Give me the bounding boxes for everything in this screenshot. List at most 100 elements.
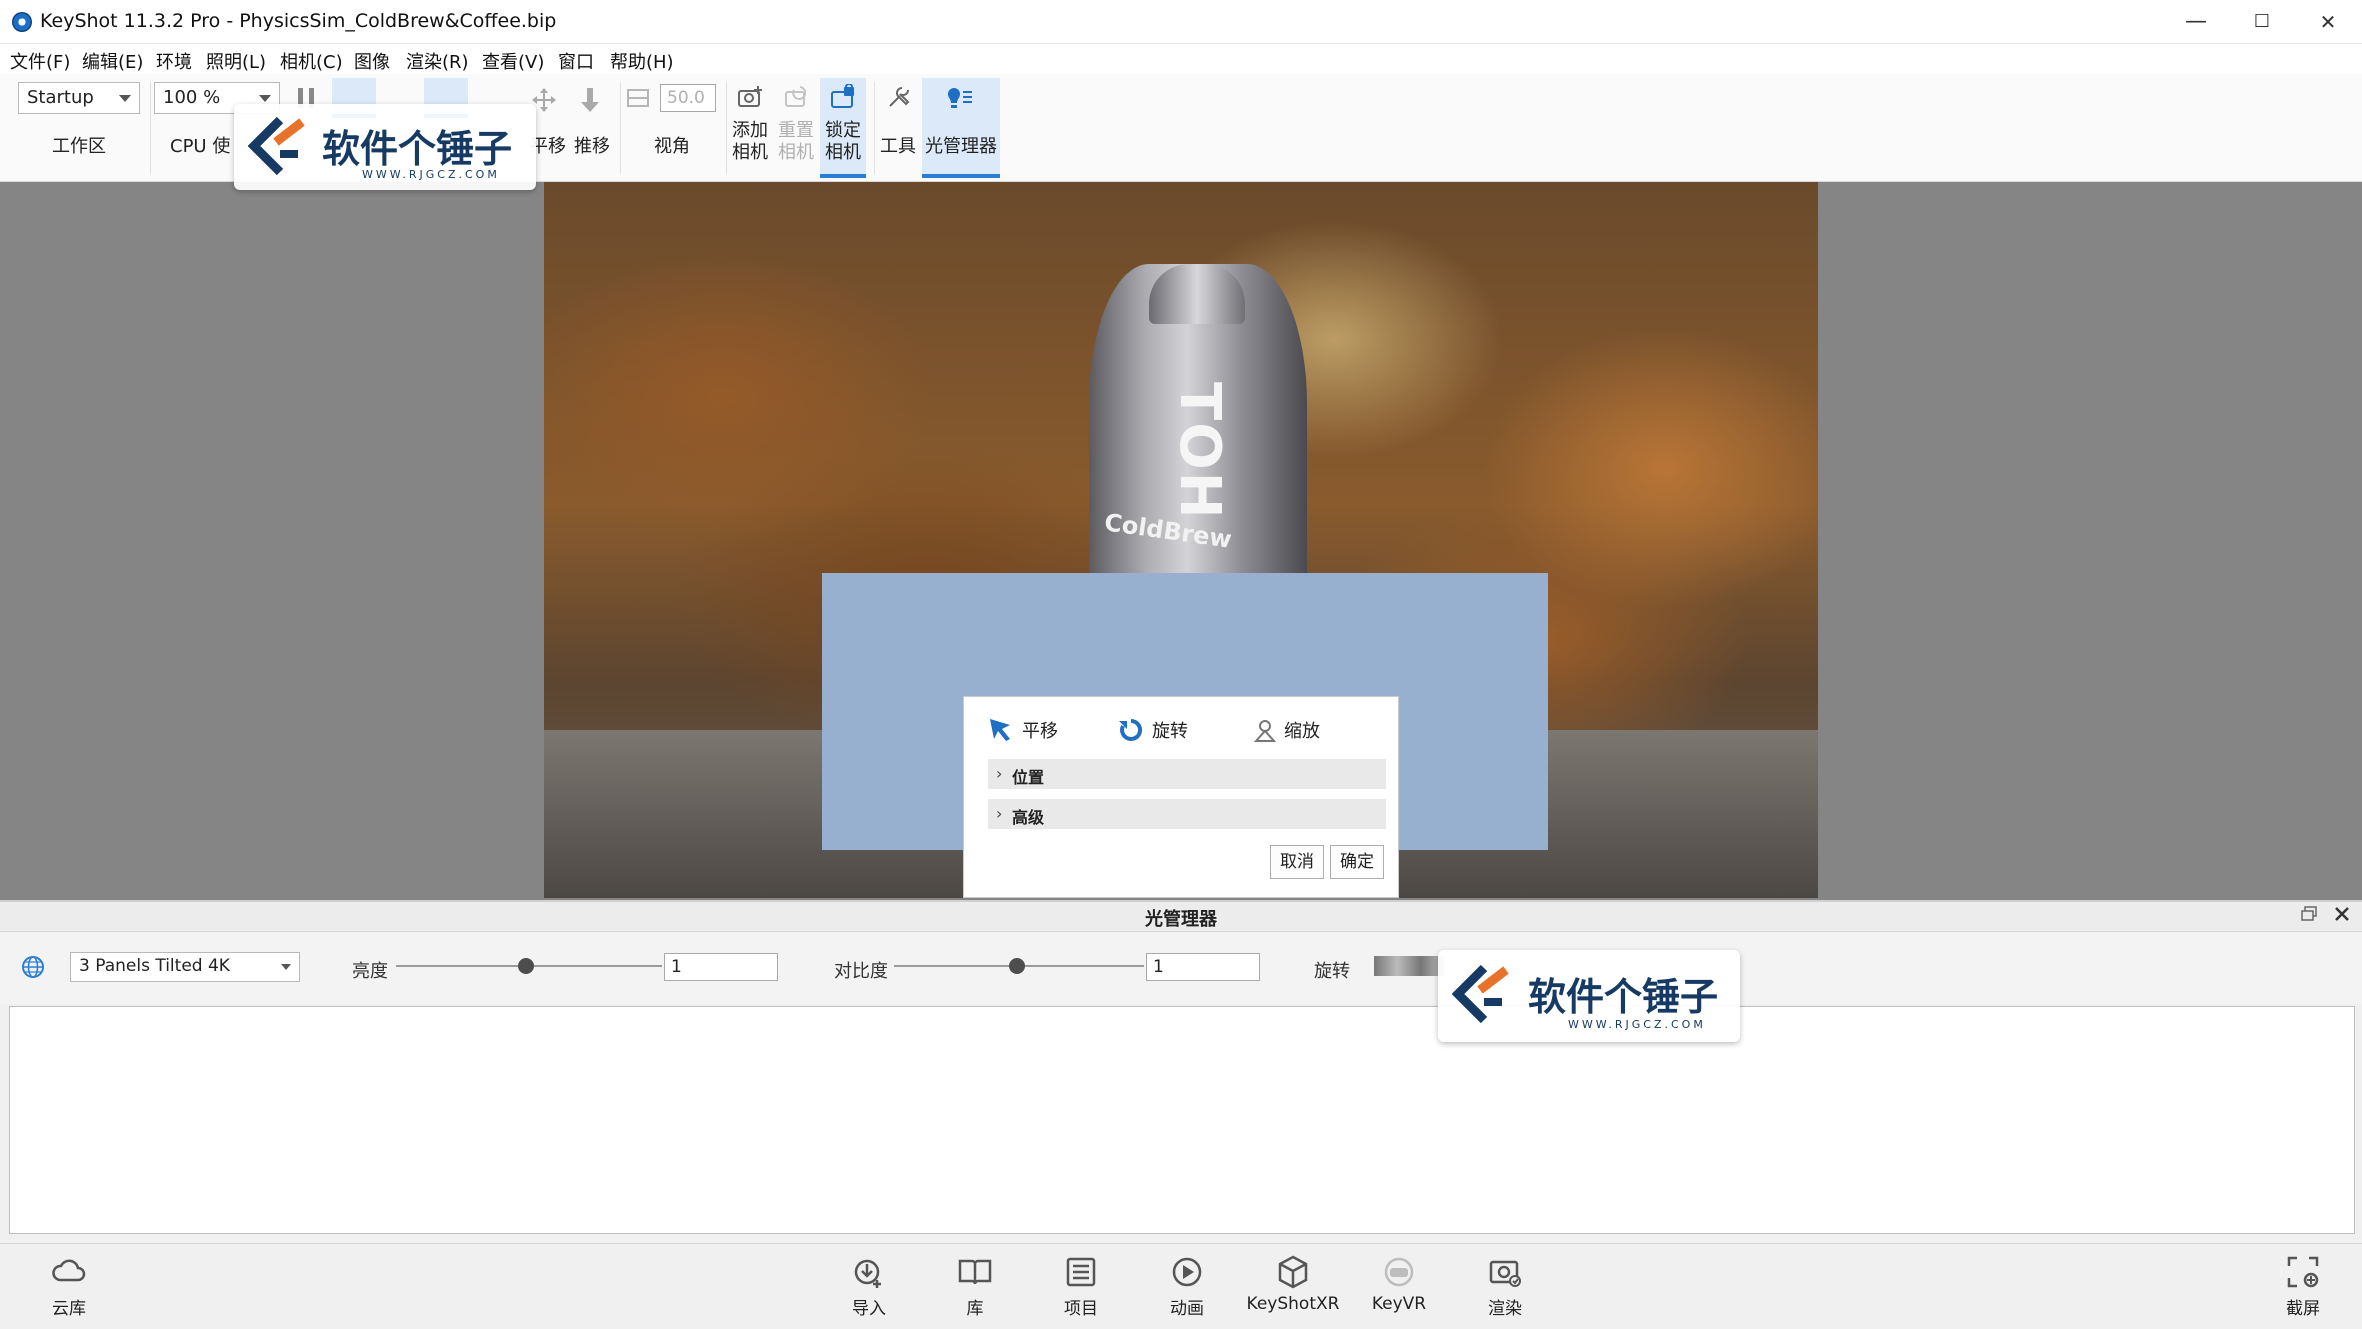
menu-bar: 文件(F) 编辑(E) 环境 照明(L) 相机(C) 图像 渲染(R) 查看(V… bbox=[0, 44, 2362, 74]
window-title: KeyShot 11.3.2 Pro - PhysicsSim_ColdBrew… bbox=[40, 10, 557, 32]
library-label: 库 bbox=[966, 1299, 984, 1319]
watermark-overlay: 软件个锤子 WWW.RJGCZ.COM bbox=[234, 104, 536, 190]
section-advanced[interactable]: › 高级 bbox=[988, 799, 1386, 829]
section-position[interactable]: › 位置 bbox=[988, 759, 1386, 789]
keyvr-button: KeyVR bbox=[1344, 1254, 1454, 1314]
lock-camera-icon bbox=[831, 84, 854, 108]
workspace-label: 工作区 bbox=[52, 136, 106, 157]
light-manager-title: 光管理器 bbox=[1145, 909, 1217, 930]
bottle-vertical-text: TOH bbox=[1167, 382, 1232, 521]
reset-camera-icon bbox=[785, 86, 807, 107]
screenshot-icon bbox=[2287, 1256, 2319, 1288]
add-camera-label[interactable]: 添加 相机 bbox=[728, 120, 772, 164]
vr-headset-icon bbox=[1384, 1257, 1414, 1287]
menu-lighting[interactable]: 照明(L) bbox=[206, 48, 266, 74]
watermark-text: 软件个锤子 bbox=[322, 127, 513, 171]
cloud-library-button[interactable]: 云库 bbox=[14, 1254, 124, 1319]
toolbar-separator bbox=[620, 82, 621, 174]
toolbar-separator bbox=[150, 82, 151, 174]
book-icon bbox=[958, 1259, 992, 1285]
watermark-text: 软件个锤子 bbox=[1528, 975, 1719, 1019]
tools-label[interactable]: 工具 bbox=[878, 132, 918, 158]
dialog-tab-rotate[interactable]: 旋转 bbox=[1152, 717, 1188, 743]
contrast-input[interactable]: 1 bbox=[1146, 953, 1260, 981]
screenshot-label: 截屏 bbox=[2286, 1299, 2320, 1319]
menu-camera[interactable]: 相机(C) bbox=[280, 48, 343, 74]
rotate-icon[interactable] bbox=[1118, 717, 1144, 743]
brightness-label: 亮度 bbox=[352, 961, 388, 982]
menu-window[interactable]: 窗口 bbox=[558, 48, 594, 74]
dialog-tab-scale[interactable]: 缩放 bbox=[1284, 717, 1320, 743]
render-button[interactable]: 渲染 bbox=[1450, 1254, 1560, 1319]
cloud-library-label: 云库 bbox=[52, 1299, 86, 1319]
menu-image[interactable]: 图像 bbox=[354, 48, 390, 74]
lock-camera-label: 锁定 相机 bbox=[825, 120, 861, 163]
brightness-input[interactable]: 1 bbox=[664, 953, 778, 981]
panel-close-icon[interactable] bbox=[2333, 905, 2351, 923]
keyshotxr-button[interactable]: KeyShotXR bbox=[1238, 1254, 1348, 1314]
field-of-view-icon bbox=[627, 89, 649, 107]
contrast-slider-handle[interactable] bbox=[1008, 958, 1025, 974]
undock-icon[interactable] bbox=[2300, 905, 2318, 923]
tools-icon[interactable] bbox=[884, 84, 912, 112]
light-preset-select[interactable]: 3 Panels Tilted 4K bbox=[70, 952, 300, 982]
minimize-button[interactable]: — bbox=[2166, 6, 2226, 38]
cloud-icon bbox=[52, 1259, 86, 1282]
rotation-dial[interactable] bbox=[1374, 956, 1444, 976]
project-list-icon bbox=[1066, 1257, 1096, 1287]
watermark-logo-icon bbox=[248, 116, 305, 176]
light-manager-icon bbox=[948, 88, 972, 108]
animation-label: 动画 bbox=[1170, 1299, 1204, 1319]
import-label: 导入 bbox=[852, 1299, 886, 1319]
fov-input[interactable]: 50.0 bbox=[660, 84, 716, 112]
project-button[interactable]: 项目 bbox=[1026, 1254, 1136, 1319]
chevron-down-icon bbox=[119, 95, 131, 102]
workspace-select[interactable]: Startup bbox=[18, 82, 140, 114]
close-button[interactable]: ✕ bbox=[2298, 6, 2358, 38]
watermark-logo-icon bbox=[1452, 964, 1509, 1024]
cpu-usage-label: CPU 使 bbox=[170, 136, 231, 157]
ok-button[interactable]: 确定 bbox=[1330, 845, 1384, 879]
move-tool-dialog: 平移 旋转 缩放 › 位置 › 高级 取消 确定 bbox=[963, 696, 1399, 898]
add-camera-icon[interactable] bbox=[736, 84, 764, 112]
view-angle-label: 视角 bbox=[654, 136, 690, 157]
screenshot-button[interactable]: 截屏 bbox=[2248, 1254, 2358, 1319]
reset-camera-label: 重置 相机 bbox=[778, 120, 814, 163]
watermark-overlay: 软件个锤子 WWW.RJGCZ.COM bbox=[1438, 950, 1740, 1042]
library-button[interactable]: 库 bbox=[920, 1254, 1030, 1319]
menu-help[interactable]: 帮助(H) bbox=[610, 48, 674, 74]
dolly-icon[interactable] bbox=[576, 86, 604, 114]
menu-render[interactable]: 渲染(R) bbox=[406, 48, 469, 74]
import-button[interactable]: 导入 bbox=[814, 1254, 924, 1319]
menu-edit[interactable]: 编辑(E) bbox=[82, 48, 143, 74]
globe-icon bbox=[22, 956, 44, 978]
render-label: 渲染 bbox=[1488, 1299, 1522, 1319]
play-icon bbox=[1172, 1257, 1202, 1287]
chevron-down-icon bbox=[259, 95, 271, 102]
animation-button[interactable]: 动画 bbox=[1132, 1254, 1242, 1319]
dolly-label: 推移 bbox=[574, 136, 610, 157]
dialog-tab-pan[interactable]: 平移 bbox=[1022, 717, 1058, 743]
project-label: 项目 bbox=[1064, 1299, 1098, 1319]
watermark-url: WWW.RJGCZ.COM bbox=[362, 168, 500, 181]
light-manager-label: 光管理器 bbox=[925, 136, 997, 157]
section-advanced-label: 高级 bbox=[1012, 808, 1045, 827]
chevron-right-icon: › bbox=[996, 804, 1003, 823]
menu-view[interactable]: 查看(V) bbox=[482, 48, 544, 74]
contrast-label: 对比度 bbox=[834, 961, 888, 982]
light-list-area[interactable] bbox=[9, 1006, 2355, 1234]
keyvr-label: KeyVR bbox=[1371, 1294, 1427, 1314]
light-preset-value: 3 Panels Tilted 4K bbox=[79, 956, 230, 976]
menu-file[interactable]: 文件(F) bbox=[10, 48, 70, 74]
menu-environment[interactable]: 环境 bbox=[156, 48, 192, 74]
section-position-label: 位置 bbox=[1012, 768, 1045, 787]
maximize-button[interactable]: ☐ bbox=[2232, 6, 2292, 38]
workspace-value: Startup bbox=[27, 87, 94, 108]
keyshotxr-label: KeyShotXR bbox=[1246, 1294, 1340, 1314]
import-icon bbox=[854, 1259, 881, 1288]
cancel-button[interactable]: 取消 bbox=[1270, 845, 1324, 879]
rotation-label: 旋转 bbox=[1314, 961, 1350, 982]
zoom-value: 100 % bbox=[163, 87, 221, 108]
pan-arrow-icon[interactable] bbox=[988, 717, 1014, 743]
scale-icon[interactable] bbox=[1252, 717, 1278, 743]
